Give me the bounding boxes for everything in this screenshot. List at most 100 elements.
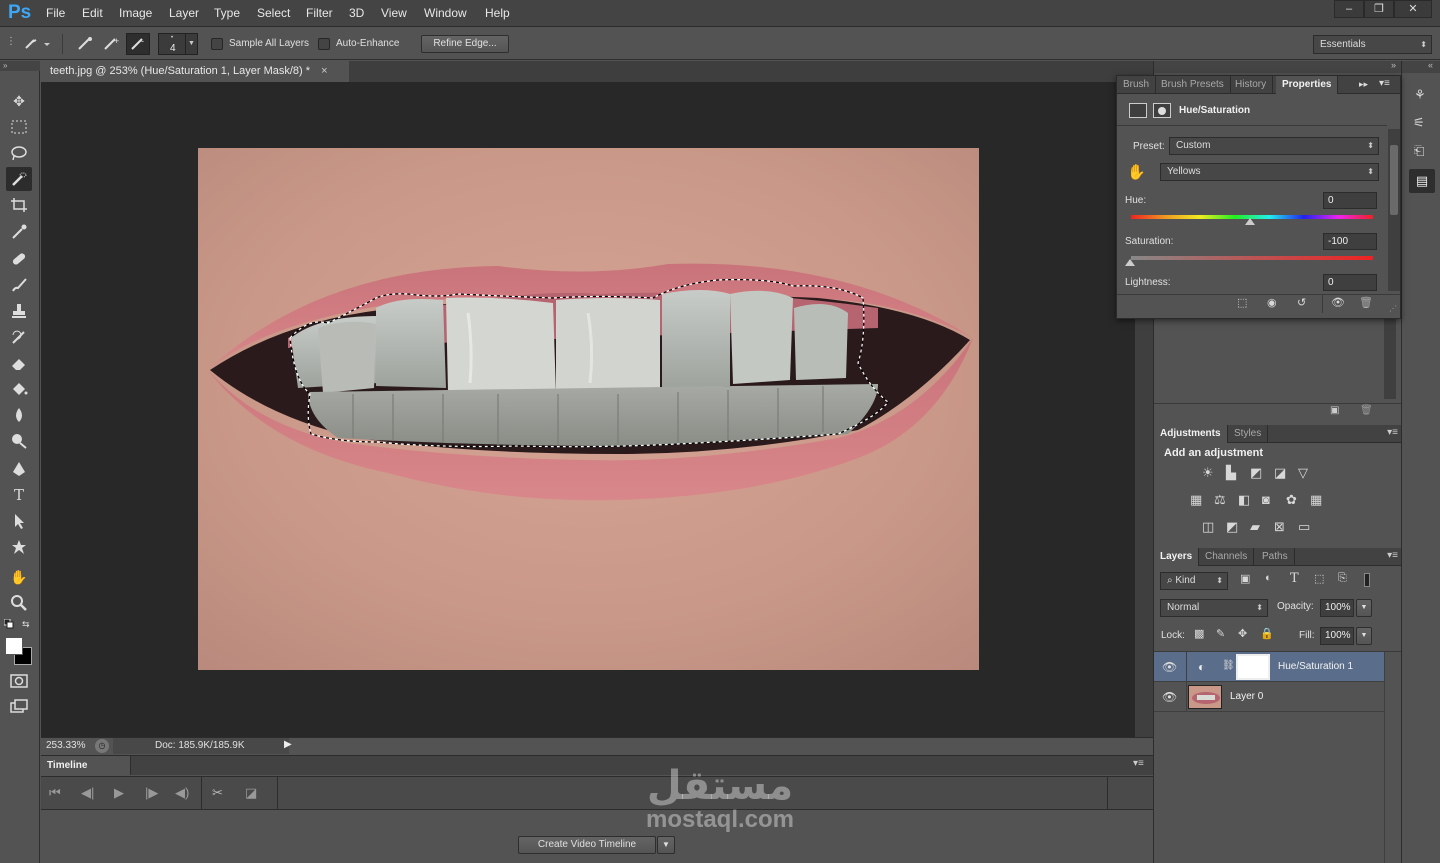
new-document-icon[interactable]: ▣: [1330, 405, 1339, 416]
lightness-field[interactable]: 0: [1323, 274, 1377, 291]
targeted-adjustment-hand-icon[interactable]: ✋: [1127, 163, 1146, 181]
layers-scrollbar[interactable]: [1384, 652, 1402, 863]
tool-preset-picker[interactable]: [22, 35, 52, 53]
opacity-chevron-icon[interactable]: ▼: [1356, 599, 1372, 617]
filter-pixel-icon[interactable]: ▣: [1240, 572, 1250, 585]
marquee-tool-icon[interactable]: [6, 115, 32, 139]
filter-toggle-switch[interactable]: [1364, 573, 1370, 587]
quick-mask-icon[interactable]: [6, 669, 32, 693]
properties-panel-icon[interactable]: ▤: [1409, 169, 1435, 193]
preset-dropdown[interactable]: Custom ⬍: [1169, 137, 1379, 155]
timeline-options-chevron-icon[interactable]: ▼: [657, 836, 675, 854]
pen-tool-icon[interactable]: [6, 457, 32, 481]
tab-properties[interactable]: Properties: [1276, 76, 1339, 94]
quick-selection-tool-icon[interactable]: [6, 167, 32, 191]
play-icon[interactable]: ▶: [114, 785, 124, 801]
document-tab[interactable]: teeth.jpg @ 253% (Hue/Saturation 1, Laye…: [41, 61, 349, 82]
panel-menu-icon[interactable]: ▾≡: [1387, 550, 1398, 561]
color-lookup-icon[interactable]: ▦: [1310, 492, 1322, 508]
lock-image-icon[interactable]: ✎: [1216, 627, 1225, 640]
lock-transparent-icon[interactable]: ▩: [1194, 627, 1204, 640]
threshold-icon[interactable]: ▰: [1250, 519, 1260, 535]
timeline-tab[interactable]: Timeline: [41, 756, 131, 775]
status-info-icon[interactable]: ◷: [95, 739, 109, 753]
exposure-icon[interactable]: ◪: [1274, 465, 1286, 481]
history-scrollbar[interactable]: [1384, 319, 1396, 399]
new-selection-brush-icon[interactable]: [74, 34, 96, 54]
layer-row-layer-0[interactable]: 👁 Layer 0: [1154, 682, 1384, 712]
eye-visibility-icon[interactable]: 👁: [1162, 660, 1177, 674]
zoom-tool-icon[interactable]: [6, 591, 32, 615]
status-menu-arrow-icon[interactable]: ▶: [284, 739, 292, 750]
swap-colors-icon[interactable]: ⇆: [22, 619, 32, 629]
collapse-dock-icon[interactable]: »: [1391, 60, 1396, 70]
tab-brush-presets[interactable]: Brush Presets: [1155, 76, 1231, 94]
resize-grip-icon[interactable]: ⋰: [1389, 304, 1397, 313]
menu-window[interactable]: Window: [424, 6, 467, 20]
brush-tool-icon[interactable]: [6, 273, 32, 297]
layer-mask-thumbnail[interactable]: [1236, 654, 1270, 680]
refine-edge-button[interactable]: Refine Edge...: [421, 35, 509, 53]
menu-help[interactable]: Help: [485, 6, 510, 20]
menu-filter[interactable]: Filter: [306, 6, 333, 20]
path-selection-tool-icon[interactable]: [6, 509, 32, 533]
close-tab-icon[interactable]: ×: [321, 65, 327, 77]
tab-layers[interactable]: Layers: [1154, 548, 1200, 566]
visibility-icon[interactable]: 👁: [1331, 296, 1345, 309]
brightness-contrast-icon[interactable]: ☀: [1202, 465, 1214, 481]
first-frame-icon[interactable]: ⏮: [49, 785, 61, 801]
saturation-field[interactable]: -100: [1323, 233, 1377, 250]
layer-thumbnail[interactable]: [1188, 685, 1222, 709]
transition-icon[interactable]: ◪: [245, 785, 257, 801]
clone-stamp-tool-icon[interactable]: [6, 299, 32, 323]
menu-select[interactable]: Select: [257, 6, 290, 20]
menu-layer[interactable]: Layer: [169, 6, 199, 20]
subtract-selection-brush-icon[interactable]: -: [126, 33, 150, 55]
opacity-field[interactable]: 100%: [1320, 599, 1354, 617]
blend-mode-dropdown[interactable]: Normal ⬍: [1160, 599, 1268, 617]
history-brush-tool-icon[interactable]: [6, 325, 32, 349]
menu-edit[interactable]: Edit: [82, 6, 103, 20]
custom-shape-tool-icon[interactable]: [6, 535, 32, 559]
collapse-tools-icon[interactable]: »: [0, 61, 40, 71]
properties-scrollbar[interactable]: [1388, 129, 1400, 291]
previous-frame-icon[interactable]: ◀|: [81, 785, 94, 801]
type-tool-icon[interactable]: T: [6, 483, 32, 507]
levels-icon[interactable]: ▙: [1226, 465, 1236, 481]
saturation-slider-thumb[interactable]: [1125, 259, 1135, 266]
hue-slider-thumb[interactable]: [1245, 218, 1255, 225]
filter-adjustment-icon[interactable]: ◐: [1265, 572, 1272, 584]
brush-presets-icon[interactable]: ⚟: [1413, 115, 1425, 131]
default-colors-icon[interactable]: [3, 618, 14, 629]
hue-field[interactable]: 0: [1323, 192, 1377, 209]
close-window-button[interactable]: ✕: [1394, 0, 1432, 18]
menu-image[interactable]: Image: [119, 6, 152, 20]
panel-menu-icon[interactable]: ▾≡: [1133, 758, 1144, 769]
tab-paths[interactable]: Paths: [1256, 548, 1295, 566]
layer-filter-kind-dropdown[interactable]: ⌕ Kind ⬍: [1160, 572, 1228, 590]
healing-brush-tool-icon[interactable]: [6, 247, 32, 271]
lock-all-icon[interactable]: 🔒: [1260, 627, 1274, 640]
zoom-level[interactable]: 253.33%: [46, 740, 85, 751]
teeth-photo[interactable]: [198, 148, 979, 670]
view-previous-state-icon[interactable]: ◉: [1267, 296, 1277, 309]
eye-visibility-icon[interactable]: 👁: [1162, 690, 1177, 704]
layer-name[interactable]: Hue/Saturation 1: [1278, 661, 1353, 672]
auto-enhance-checkbox[interactable]: [318, 38, 330, 50]
link-icon[interactable]: ⛓: [1222, 660, 1235, 671]
saturation-slider[interactable]: [1131, 256, 1373, 260]
filter-type-icon[interactable]: T: [1290, 571, 1299, 586]
filter-shape-icon[interactable]: ⬚: [1314, 572, 1324, 585]
menu-file[interactable]: File: [46, 6, 65, 20]
hue-saturation-icon[interactable]: ▦: [1190, 492, 1202, 508]
layer-row-hue-saturation[interactable]: 👁 ◐ ⛓ Hue/Saturation 1: [1154, 652, 1384, 682]
fill-field[interactable]: 100%: [1320, 627, 1354, 645]
expand-dock-icon[interactable]: «: [1428, 60, 1433, 70]
sample-all-layers-checkbox[interactable]: [211, 38, 223, 50]
collapse-panel-icon[interactable]: ▸▸: [1359, 79, 1368, 90]
tab-history[interactable]: History: [1229, 76, 1274, 94]
scissors-icon[interactable]: ✂: [212, 785, 223, 801]
eraser-tool-icon[interactable]: [6, 351, 32, 375]
lasso-tool-icon[interactable]: [6, 141, 32, 165]
menu-view[interactable]: View: [381, 6, 407, 20]
